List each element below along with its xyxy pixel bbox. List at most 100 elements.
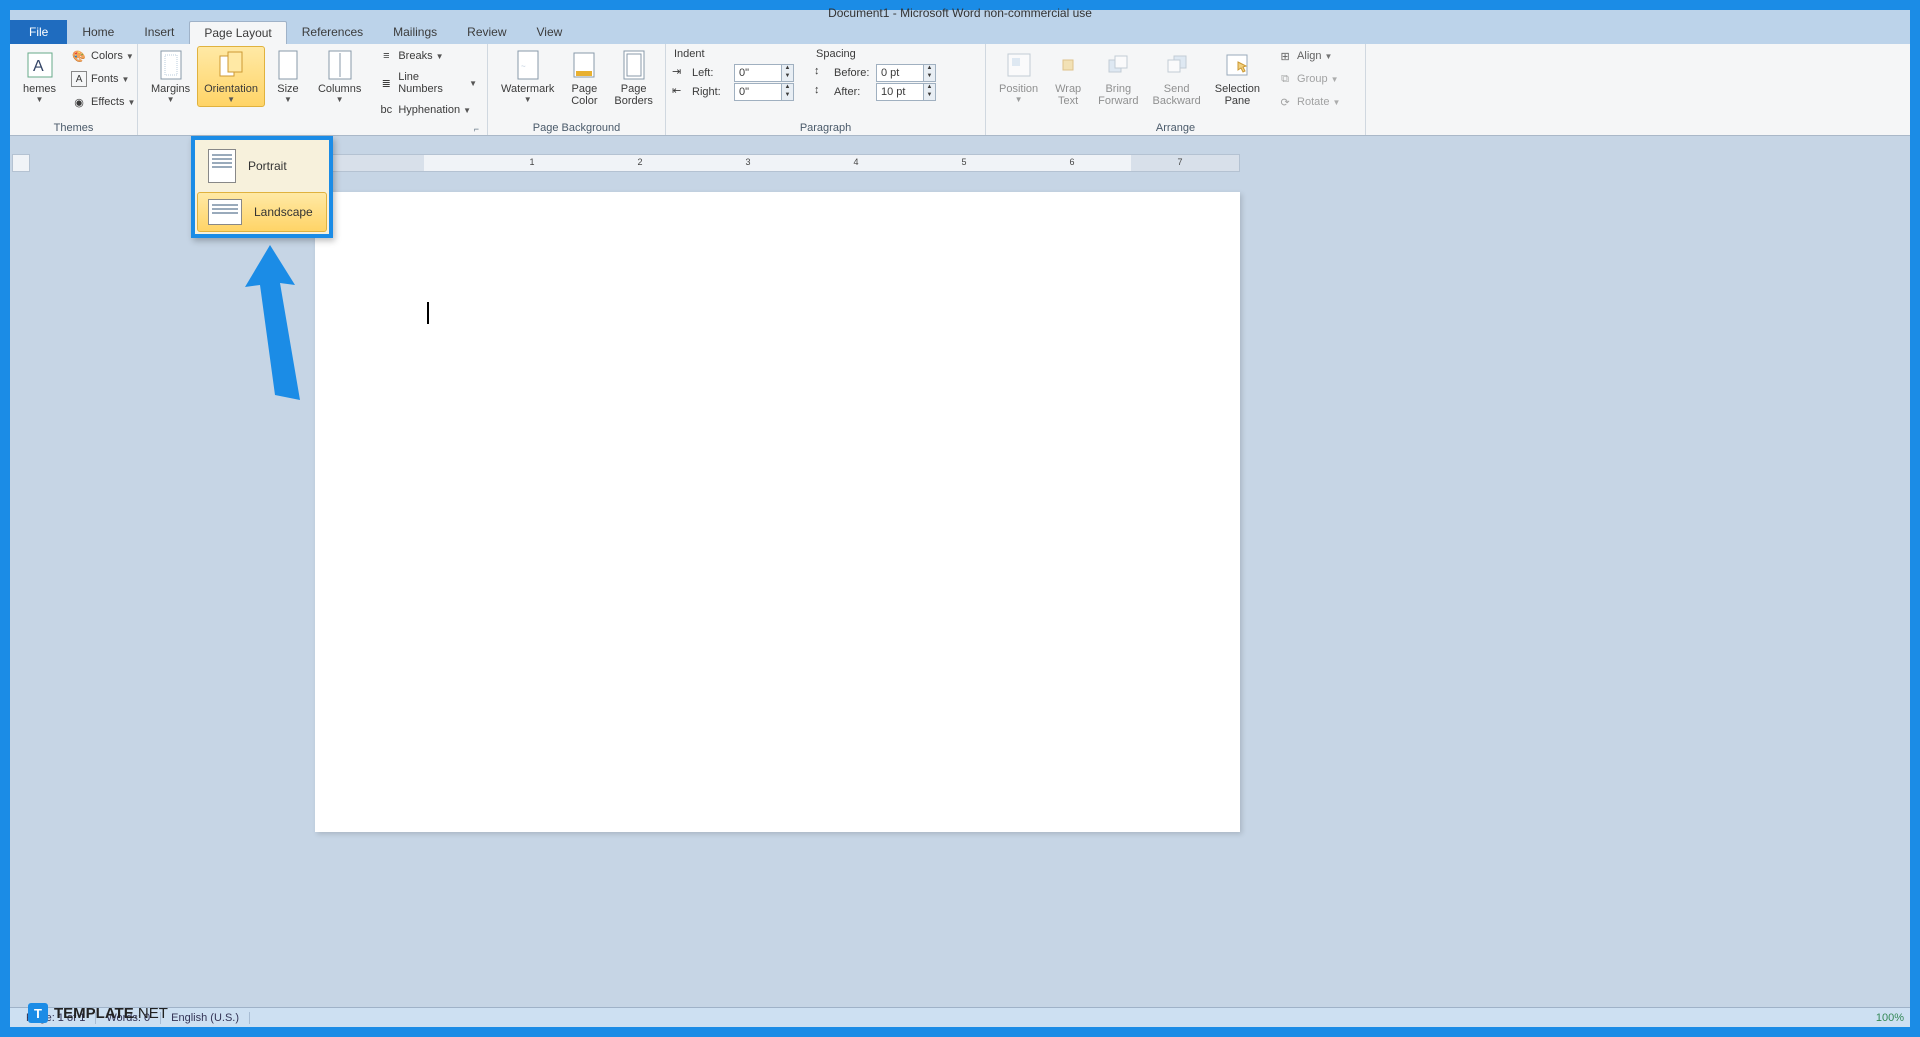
breaks-button[interactable]: ≡ Breaks ▼ xyxy=(374,46,481,66)
hyphenation-label: Hyphenation xyxy=(398,104,460,116)
size-button[interactable]: Size ▼ xyxy=(265,46,311,107)
send-backward-button[interactable]: Send Backward xyxy=(1145,46,1207,110)
page-color-label: Page Color xyxy=(571,83,597,107)
indent-left-input[interactable]: 0"▲▼ xyxy=(734,64,794,82)
fonts-label: Fonts xyxy=(91,73,119,85)
bring-forward-label: Bring Forward xyxy=(1098,83,1138,107)
spacing-after-input[interactable]: 10 pt▲▼ xyxy=(876,83,936,101)
line-numbers-icon: ≣ xyxy=(378,75,394,91)
orientation-label: Orientation xyxy=(204,83,258,95)
chevron-down-icon: ▼ xyxy=(126,52,134,61)
landscape-thumb-icon xyxy=(208,199,242,225)
group-label-themes: Themes xyxy=(16,120,131,135)
selection-pane-button[interactable]: Selection Pane xyxy=(1208,46,1267,110)
chevron-down-icon: ▼ xyxy=(36,95,44,104)
align-button[interactable]: ⊞ Align ▼ xyxy=(1273,46,1344,66)
tab-file[interactable]: File xyxy=(10,20,67,44)
template-net-logo-icon: T xyxy=(28,1003,48,1023)
colors-button[interactable]: 🎨 Colors ▼ xyxy=(67,46,139,66)
tab-view[interactable]: View xyxy=(522,20,578,44)
wrap-text-button[interactable]: Wrap Text xyxy=(1045,46,1091,110)
position-button[interactable]: Position ▼ xyxy=(992,46,1045,107)
orientation-dropdown: Portrait Landscape xyxy=(191,136,333,238)
selection-pane-icon xyxy=(1221,49,1253,81)
align-label: Align xyxy=(1297,50,1321,62)
spin-down[interactable]: ▼ xyxy=(923,73,935,81)
tab-home[interactable]: Home xyxy=(67,20,129,44)
indent-right-label: Right: xyxy=(692,86,734,98)
chevron-down-icon: ▼ xyxy=(524,95,532,104)
group-label-page-background: Page Background xyxy=(494,120,659,135)
indent-left-label: Left: xyxy=(692,67,734,79)
document-page[interactable] xyxy=(315,192,1240,832)
tab-mailings[interactable]: Mailings xyxy=(378,20,452,44)
indent-left-row: ⇥ Left: 0"▲▼ xyxy=(672,64,794,82)
spin-down[interactable]: ▼ xyxy=(781,73,793,81)
portrait-thumb-icon xyxy=(208,149,236,183)
columns-label: Columns xyxy=(318,83,361,95)
line-numbers-button[interactable]: ≣ Line Numbers ▼ xyxy=(374,69,481,97)
chevron-down-icon: ▼ xyxy=(463,106,471,115)
fonts-button[interactable]: A Fonts ▼ xyxy=(67,69,139,89)
chevron-down-icon: ▼ xyxy=(127,98,135,107)
breaks-label: Breaks xyxy=(398,50,432,62)
themes-label: hemes xyxy=(23,83,56,95)
status-language[interactable]: English (U.S.) xyxy=(161,1012,250,1024)
status-zoom[interactable]: 100% xyxy=(1876,1012,1904,1024)
spin-up[interactable]: ▲ xyxy=(923,65,935,73)
colors-label: Colors xyxy=(91,50,123,62)
orientation-button[interactable]: Orientation ▼ xyxy=(197,46,265,107)
chevron-down-icon: ▼ xyxy=(1015,95,1023,104)
columns-button[interactable]: Columns ▼ xyxy=(311,46,368,107)
spin-up[interactable]: ▲ xyxy=(781,84,793,92)
chevron-down-icon: ▼ xyxy=(122,75,130,84)
send-backward-icon xyxy=(1161,49,1193,81)
group-label-arrange: Arrange xyxy=(992,120,1359,135)
group-label-page-setup: ⌐ xyxy=(144,122,481,135)
spin-down[interactable]: ▼ xyxy=(923,92,935,100)
themes-icon: A xyxy=(24,49,56,81)
spacing-after-label: After: xyxy=(834,86,876,98)
orientation-portrait-item[interactable]: Portrait xyxy=(197,142,327,190)
indent-right-icon: ⇤ xyxy=(672,84,688,100)
send-backward-label: Send Backward xyxy=(1152,83,1200,107)
horizontal-ruler[interactable]: 1 2 3 4 5 6 7 xyxy=(315,154,1240,172)
tab-page-layout[interactable]: Page Layout xyxy=(189,21,286,44)
annotation-arrow-icon xyxy=(240,245,310,410)
spin-up[interactable]: ▲ xyxy=(781,65,793,73)
tab-insert[interactable]: Insert xyxy=(129,20,189,44)
themes-button[interactable]: A hemes ▼ xyxy=(16,46,63,107)
portrait-label: Portrait xyxy=(248,159,287,173)
margins-label: Margins xyxy=(151,83,190,95)
page-borders-icon xyxy=(618,49,650,81)
watermark-icon: ~ xyxy=(512,49,544,81)
group-page-setup: Margins ▼ Orientation ▼ Size ▼ Columns ▼ xyxy=(138,44,488,135)
rotate-button[interactable]: ⟳ Rotate ▼ xyxy=(1273,92,1344,112)
page-color-button[interactable]: Page Color xyxy=(561,46,607,110)
group-arrange: Position ▼ Wrap Text Bring Forward Send … xyxy=(986,44,1366,135)
indent-right-input[interactable]: 0"▲▼ xyxy=(734,83,794,101)
spin-down[interactable]: ▼ xyxy=(781,92,793,100)
title-bar: Document1 - Microsoft Word non-commercia… xyxy=(10,10,1910,19)
tab-review[interactable]: Review xyxy=(452,20,521,44)
effects-button[interactable]: ◉ Effects ▼ xyxy=(67,92,139,112)
orientation-landscape-item[interactable]: Landscape xyxy=(197,192,327,232)
spin-up[interactable]: ▲ xyxy=(923,84,935,92)
margins-button[interactable]: Margins ▼ xyxy=(144,46,197,107)
align-icon: ⊞ xyxy=(1277,48,1293,64)
group-button[interactable]: ⧉ Group ▼ xyxy=(1273,69,1344,89)
watermark-button[interactable]: ~ Watermark ▼ xyxy=(494,46,561,107)
position-icon xyxy=(1003,49,1035,81)
chevron-down-icon: ▼ xyxy=(1331,75,1339,84)
page-borders-button[interactable]: Page Borders xyxy=(607,46,660,110)
bring-forward-button[interactable]: Bring Forward xyxy=(1091,46,1145,110)
spacing-before-input[interactable]: 0 pt▲▼ xyxy=(876,64,936,82)
spacing-before-row: ↕ Before: 0 pt▲▼ xyxy=(814,64,936,82)
chevron-down-icon: ▼ xyxy=(336,95,344,104)
hyphenation-button[interactable]: bc Hyphenation ▼ xyxy=(374,100,481,120)
chevron-down-icon: ▼ xyxy=(167,95,175,104)
tab-references[interactable]: References xyxy=(287,20,378,44)
template-net-watermark: T TEMPLATE.NET xyxy=(28,1003,168,1023)
chevron-down-icon: ▼ xyxy=(469,79,477,88)
page-color-icon xyxy=(568,49,600,81)
